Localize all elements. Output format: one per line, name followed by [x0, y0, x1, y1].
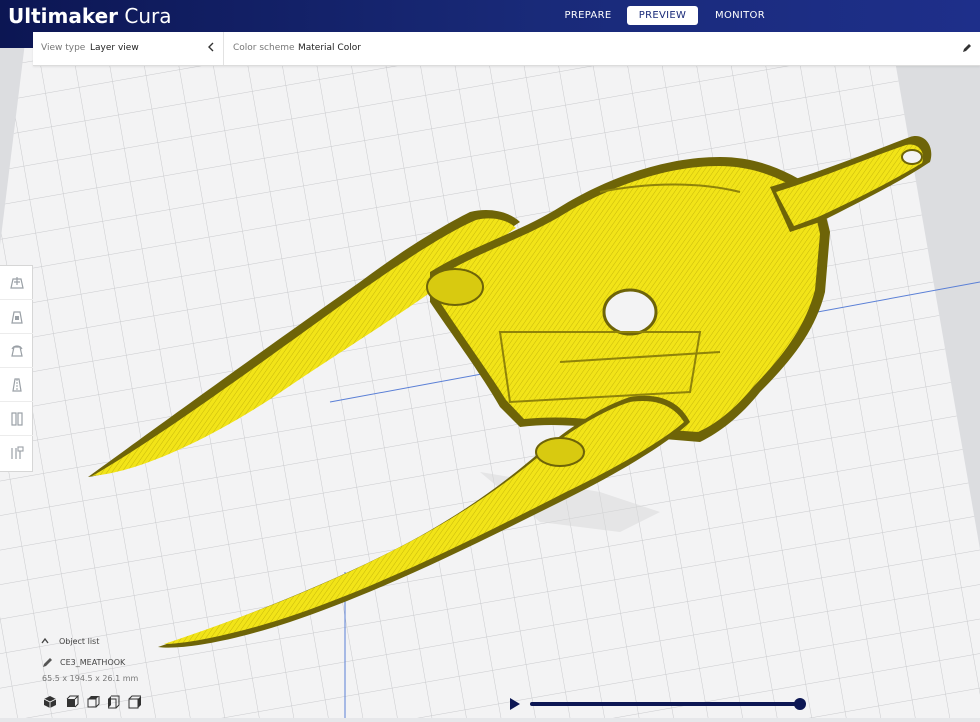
- mirror-icon: [11, 377, 22, 392]
- 3d-view-button[interactable]: [43, 694, 57, 708]
- slider-handle[interactable]: [794, 698, 806, 710]
- right-view-button[interactable]: [128, 694, 142, 709]
- rotate-icon: [10, 344, 23, 357]
- scale-tool-button[interactable]: [0, 300, 33, 334]
- per-model-settings-icon: [10, 411, 23, 426]
- object-list-panel: Object list CE3_MEATHOOK 65.5 x 194.5 x …: [36, 634, 176, 716]
- brand-name-light: Cura: [124, 4, 172, 28]
- tab-monitor[interactable]: MONITOR: [708, 6, 772, 25]
- divider: [223, 32, 224, 65]
- collapse-chevron-icon[interactable]: [206, 40, 216, 54]
- front-view-icon: [66, 695, 80, 708]
- left-view-icon: [108, 695, 120, 709]
- move-icon: [9, 276, 24, 289]
- scale-icon: [10, 310, 23, 324]
- mirror-tool-button[interactable]: [0, 368, 33, 402]
- 3d-view-icon: [43, 696, 57, 708]
- app-logo: Ultimaker Cura: [8, 3, 172, 29]
- top-view-icon: [87, 696, 100, 708]
- right-view-icon: [128, 695, 141, 709]
- slider-track[interactable]: [530, 702, 802, 706]
- color-scheme-label: Color scheme: [233, 43, 295, 53]
- view-type-select[interactable]: Layer view: [90, 43, 139, 53]
- support-blocker-button[interactable]: [0, 436, 33, 470]
- top-view-button[interactable]: [86, 694, 100, 708]
- move-tool-button[interactable]: [0, 266, 33, 300]
- tab-prepare[interactable]: PREPARE: [557, 6, 619, 25]
- rotate-tool-button[interactable]: [0, 334, 33, 368]
- brand-name-bold: Ultimaker: [8, 4, 119, 28]
- 3d-viewport[interactable]: [0, 0, 980, 722]
- object-name: CE3_MEATHOOK: [60, 658, 126, 667]
- left-view-button[interactable]: [107, 694, 121, 709]
- chevron-up-icon[interactable]: [40, 637, 50, 645]
- view-options-bar: View type Layer view Color scheme Materi…: [33, 32, 980, 66]
- build-plate-scene: [0, 0, 980, 722]
- pencil-icon[interactable]: [961, 42, 973, 54]
- layer-simulation-slider: [506, 694, 810, 714]
- support-blocker-icon: [10, 446, 24, 459]
- tool-panel: [0, 265, 33, 472]
- object-dimensions: 65.5 x 194.5 x 26.1 mm: [42, 674, 139, 683]
- color-scheme-select[interactable]: Material Color: [298, 43, 361, 53]
- pencil-icon[interactable]: [42, 656, 54, 668]
- play-icon[interactable]: [510, 698, 520, 710]
- view-type-label: View type: [41, 43, 86, 53]
- object-list-toggle[interactable]: Object list: [59, 637, 99, 646]
- front-view-button[interactable]: [65, 694, 80, 708]
- per-model-settings-button[interactable]: [0, 402, 33, 436]
- tab-preview[interactable]: PREVIEW: [627, 6, 698, 25]
